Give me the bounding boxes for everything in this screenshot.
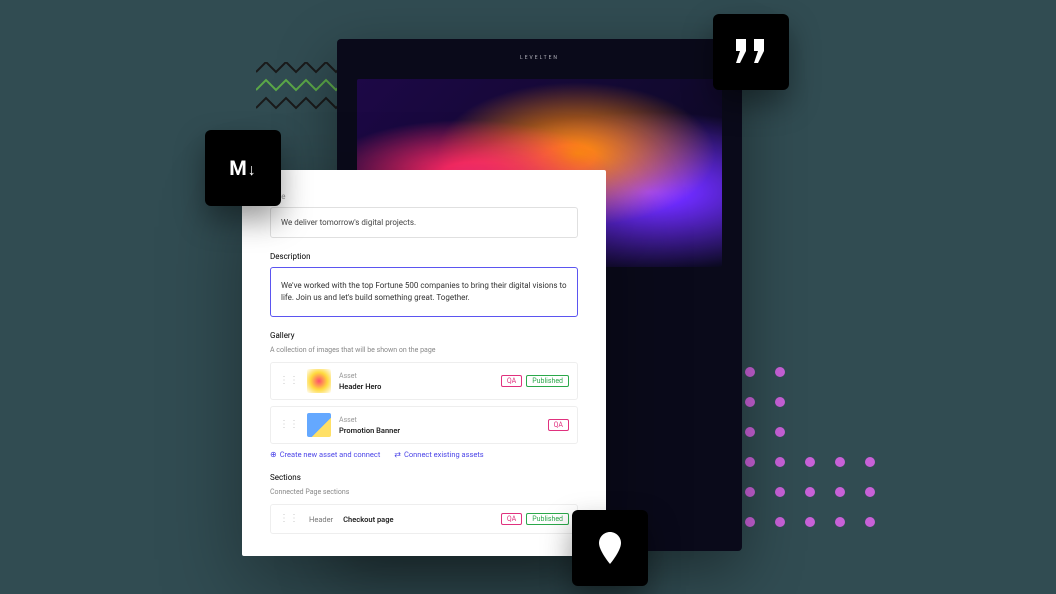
markdown-tile: M↓ — [205, 130, 281, 206]
section-type: Header — [309, 515, 333, 524]
asset-name: Header Hero — [339, 382, 493, 391]
create-asset-link[interactable]: ⊕ Create new asset and connect — [270, 450, 380, 459]
asset-row[interactable]: ⋮⋮ Asset Header Hero QA Published — [270, 362, 578, 400]
asset-thumbnail — [307, 413, 331, 437]
pin-tile — [572, 510, 648, 586]
site-logo: LEVELTEN — [520, 55, 559, 61]
quote-tile — [713, 14, 789, 90]
sections-help: Connected Page sections — [270, 488, 578, 496]
gallery-help: A collection of images that will be show… — [270, 346, 578, 354]
cms-editor-panel: Title We deliver tomorrow's digital proj… — [242, 170, 606, 556]
section-row[interactable]: ⋮⋮ Header Checkout page QA Published — [270, 504, 578, 534]
title-input[interactable]: We deliver tomorrow's digital projects. — [270, 207, 578, 238]
quote-icon — [734, 39, 768, 65]
section-name: Checkout page — [343, 515, 491, 524]
description-value: We've worked with the top Fortune 500 co… — [281, 281, 567, 302]
title-label: Title — [270, 192, 578, 201]
status-badge-qa: QA — [501, 375, 522, 387]
description-textarea[interactable]: We've worked with the top Fortune 500 co… — [270, 267, 578, 317]
dot-grid — [745, 367, 875, 527]
link-icon: ⇄ — [394, 450, 401, 459]
markdown-icon: M↓ — [229, 156, 257, 180]
drag-handle-icon[interactable]: ⋮⋮ — [279, 516, 299, 522]
drag-handle-icon[interactable]: ⋮⋮ — [279, 422, 299, 428]
asset-row[interactable]: ⋮⋮ Asset Promotion Banner QA — [270, 406, 578, 444]
status-badge-published: Published — [526, 513, 569, 525]
pin-icon — [599, 532, 621, 564]
drag-handle-icon[interactable]: ⋮⋮ — [279, 378, 299, 384]
description-label: Description — [270, 252, 578, 261]
gallery-label: Gallery — [270, 331, 578, 340]
connect-asset-link[interactable]: ⇄ Connect existing assets — [394, 450, 483, 459]
status-badge-published: Published — [526, 375, 569, 387]
status-badge-qa: QA — [501, 513, 522, 525]
create-asset-label: Create new asset and connect — [280, 450, 381, 459]
title-value: We deliver tomorrow's digital projects. — [281, 218, 416, 227]
asset-type: Asset — [339, 372, 493, 380]
link-icon: ⊕ — [270, 450, 277, 459]
connect-asset-label: Connect existing assets — [404, 450, 484, 459]
asset-thumbnail — [307, 369, 331, 393]
asset-type: Asset — [339, 416, 540, 424]
status-badge-qa: QA — [548, 419, 569, 431]
sections-label: Sections — [270, 473, 578, 482]
asset-name: Promotion Banner — [339, 426, 540, 435]
